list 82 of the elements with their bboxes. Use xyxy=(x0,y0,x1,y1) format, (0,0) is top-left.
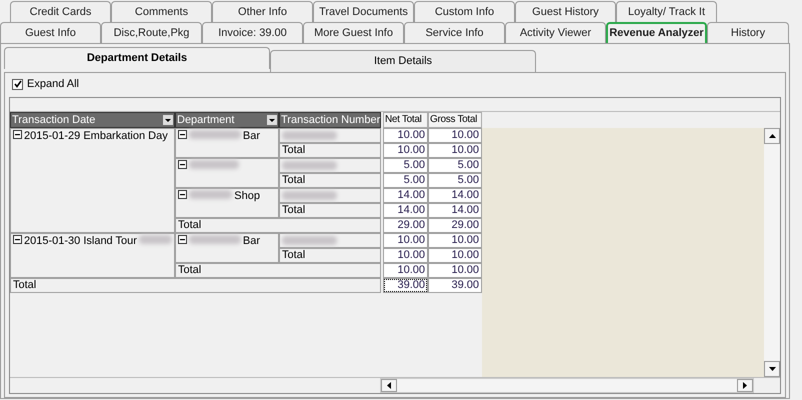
value-cell: 14.00 xyxy=(428,203,482,218)
value-cell: 14.00 xyxy=(383,188,428,203)
tab[interactable]: Item Details xyxy=(270,50,536,72)
total-cell: Total xyxy=(279,143,381,158)
date-label: 2015-01-29 Embarkation Day xyxy=(24,130,168,143)
dropdown-icon[interactable] xyxy=(163,115,173,125)
checkbox-label: Expand All xyxy=(27,76,79,92)
tab[interactable]: Guest History xyxy=(515,1,616,22)
tab[interactable]: Guest Info xyxy=(0,22,101,43)
value-cell: 10.00 xyxy=(428,248,482,263)
collapse-icon[interactable] xyxy=(178,190,187,199)
collapse-icon[interactable] xyxy=(13,130,22,139)
value-cell: 10.00 xyxy=(428,128,482,143)
horizontal-scrollbar[interactable] xyxy=(380,378,754,393)
value-cell: 5.00 xyxy=(428,158,482,173)
total-cell: Total xyxy=(279,173,381,188)
dropdown-icon[interactable] xyxy=(267,115,277,125)
scroll-left-icon[interactable] xyxy=(387,382,391,389)
value-cell: 14.00 xyxy=(428,188,482,203)
value-cell: 10.00 xyxy=(428,263,482,278)
value-cell: 10.00 xyxy=(383,128,428,143)
tab[interactable]: Activity Viewer xyxy=(505,22,606,43)
total-cell: Total xyxy=(175,218,381,233)
redaction-blur xyxy=(189,190,232,199)
total-cell: Total xyxy=(10,278,381,293)
value-cell: 5.00 xyxy=(428,173,482,188)
date-label: 2015-01-30 Island Tour xyxy=(24,235,137,248)
redaction-blur xyxy=(282,191,337,200)
column-header[interactable]: Transaction Date xyxy=(10,112,175,128)
checkbox[interactable] xyxy=(12,78,23,90)
column-header[interactable]: Transaction Number xyxy=(279,112,381,128)
collapse-icon[interactable] xyxy=(13,235,22,244)
tab[interactable]: Invoice: 39.00 xyxy=(202,22,303,43)
vertical-scrollbar[interactable] xyxy=(764,128,780,377)
tab[interactable]: Department Details xyxy=(4,47,270,69)
collapse-icon[interactable] xyxy=(178,130,187,139)
value-cell: 10.00 xyxy=(383,263,428,278)
column-header[interactable]: Net Total xyxy=(383,112,428,128)
column-header[interactable]: Department xyxy=(175,112,279,128)
value-cell: 5.00 xyxy=(383,173,428,188)
total-cell: Total xyxy=(279,203,381,218)
check-icon xyxy=(14,80,22,88)
value-cell: 10.00 xyxy=(383,233,428,248)
collapse-icon[interactable] xyxy=(178,160,187,169)
collapse-icon[interactable] xyxy=(178,235,187,244)
redaction-blur xyxy=(189,130,241,139)
redaction-blur xyxy=(189,235,241,244)
value-cell: 14.00 xyxy=(383,203,428,218)
total-cell: Total xyxy=(175,263,381,278)
redaction-blur xyxy=(282,131,337,140)
value-cell: 29.00 xyxy=(383,218,428,233)
department-name: Shop xyxy=(234,190,261,203)
scroll-down-icon[interactable] xyxy=(768,367,776,371)
tab[interactable]: Custom Info xyxy=(414,1,515,22)
scroll-right-icon[interactable] xyxy=(743,382,747,389)
department-name: Bar xyxy=(242,235,261,248)
tab[interactable]: More Guest Info xyxy=(303,22,404,43)
department-name: Bar xyxy=(242,130,261,143)
value-cell: 39.00 xyxy=(383,278,428,293)
tab[interactable]: Other Info xyxy=(212,1,313,22)
value-cell: 29.00 xyxy=(428,218,482,233)
tab[interactable]: Service Info xyxy=(404,22,505,43)
tab[interactable]: History xyxy=(707,22,789,43)
tab[interactable]: Revenue Analyzer xyxy=(606,22,707,43)
column-header[interactable]: Gross Total xyxy=(428,112,482,128)
redaction-blur xyxy=(282,161,337,170)
tab[interactable]: Travel Documents xyxy=(313,1,414,22)
value-cell: 10.00 xyxy=(428,233,482,248)
value-cell: 10.00 xyxy=(383,248,428,263)
scroll-up-icon[interactable] xyxy=(768,134,776,138)
value-cell: 5.00 xyxy=(383,158,428,173)
redaction-blur xyxy=(282,236,337,245)
value-cell: 10.00 xyxy=(428,143,482,158)
value-cell: 39.00 xyxy=(428,278,482,293)
redaction-blur xyxy=(138,235,172,244)
redaction-blur xyxy=(189,160,239,169)
tab[interactable]: Loyalty/ Track It xyxy=(616,1,717,22)
value-cell: 10.00 xyxy=(383,143,428,158)
tab[interactable]: Disc,Route,Pkg xyxy=(101,22,202,43)
total-cell: Total xyxy=(279,248,381,263)
tab[interactable]: Comments xyxy=(111,1,212,22)
tab[interactable]: Credit Cards xyxy=(10,1,111,22)
